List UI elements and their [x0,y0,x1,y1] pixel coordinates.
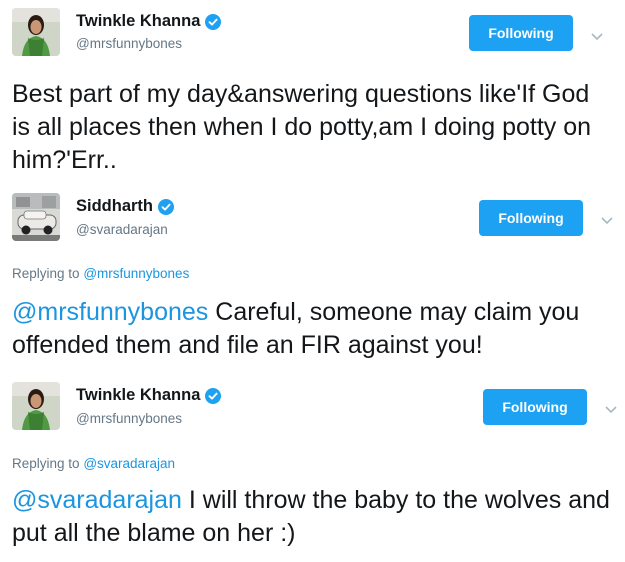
handle[interactable]: @mrsfunnybones [76,36,182,51]
name-row: Siddharth [76,197,174,216]
display-name[interactable]: Twinkle Khanna [76,386,200,405]
tweet-text: Best part of my day&answering questions … [12,80,592,174]
avatar[interactable] [12,193,60,241]
replying-to: Replying to @mrsfunnybones [12,266,189,281]
replying-to-handle[interactable]: @svaradarajan [83,456,175,471]
tweet: Twinkle Khanna @mrsfunnybones Following … [0,370,625,562]
verified-badge-icon [158,198,174,215]
tweet-text: @mrsfunnybones Careful, someone may clai… [12,296,612,362]
display-name[interactable]: Siddharth [76,197,153,216]
name-row: Twinkle Khanna [76,12,222,31]
verified-badge-icon [205,13,222,30]
replying-to-label: Replying to [12,456,80,471]
avatar[interactable] [12,382,60,430]
chevron-down-icon[interactable] [590,29,604,41]
replying-to: Replying to @svaradarajan [12,456,175,471]
handle[interactable]: @svaradarajan [76,222,168,237]
mention-link[interactable]: @svaradarajan [12,486,182,514]
handle[interactable]: @mrsfunnybones [76,411,182,426]
name-row: Twinkle Khanna [76,386,222,405]
tweet-text: @svaradarajan I will throw the baby to t… [12,484,612,550]
tweet: Siddharth @svaradarajan Following Replyi… [0,180,625,370]
verified-badge-icon [205,387,222,404]
chevron-down-icon[interactable] [604,402,618,414]
following-button[interactable]: Following [479,200,583,236]
following-button[interactable]: Following [469,15,573,51]
tweet: Twinkle Khanna @mrsfunnybones Following … [0,0,625,180]
display-name[interactable]: Twinkle Khanna [76,12,200,31]
avatar[interactable] [12,8,60,56]
mention-link[interactable]: @mrsfunnybones [12,298,208,326]
replying-to-label: Replying to [12,266,80,281]
following-button[interactable]: Following [483,389,587,425]
chevron-down-icon[interactable] [600,213,614,225]
replying-to-handle[interactable]: @mrsfunnybones [83,266,189,281]
